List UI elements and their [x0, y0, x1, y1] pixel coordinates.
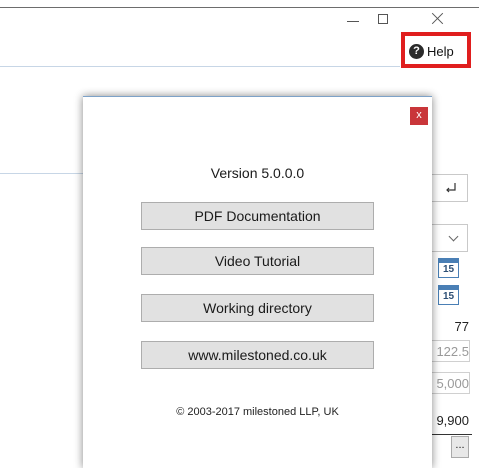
- dropdown-select[interactable]: [430, 224, 468, 252]
- window-close-icon[interactable]: [427, 10, 449, 28]
- enter-button[interactable]: [430, 174, 468, 202]
- value-readout: 9,900: [436, 413, 469, 428]
- pdf-documentation-button[interactable]: PDF Documentation: [141, 202, 374, 230]
- enter-icon: [446, 183, 456, 193]
- value-readout: 5,000: [436, 376, 469, 391]
- video-tutorial-button[interactable]: Video Tutorial: [141, 247, 374, 275]
- help-label: Help: [427, 43, 454, 59]
- website-button[interactable]: www.milestoned.co.uk: [141, 341, 374, 369]
- help-button[interactable]: ? Help: [409, 41, 454, 61]
- question-circle-icon: ?: [409, 43, 424, 59]
- minimize-icon[interactable]: [342, 10, 364, 28]
- browse-button[interactable]: ...: [451, 436, 469, 458]
- calendar-icon[interactable]: 15: [438, 285, 459, 305]
- value-readout: 122.5: [436, 344, 469, 359]
- about-dialog: x Version 5.0.0.0 PDF Documentation Vide…: [83, 96, 432, 468]
- maximize-icon[interactable]: [373, 10, 395, 28]
- dialog-close-button[interactable]: x: [410, 107, 428, 125]
- title-bar-divider: [0, 7, 479, 8]
- calendar-icon[interactable]: 15: [438, 258, 459, 278]
- help-highlight-box: ? Help: [401, 32, 471, 68]
- copyright-label: © 2003-2017 milestoned LLP, UK: [176, 406, 339, 418]
- bottom-row-line: [432, 434, 472, 435]
- toolbar-divider: [0, 66, 400, 67]
- working-directory-button[interactable]: Working directory: [141, 294, 374, 322]
- value-readout: 77: [454, 319, 469, 334]
- section-divider: [0, 173, 83, 174]
- version-label: Version 5.0.0.0: [210, 165, 305, 181]
- chevron-down-icon: [448, 231, 459, 242]
